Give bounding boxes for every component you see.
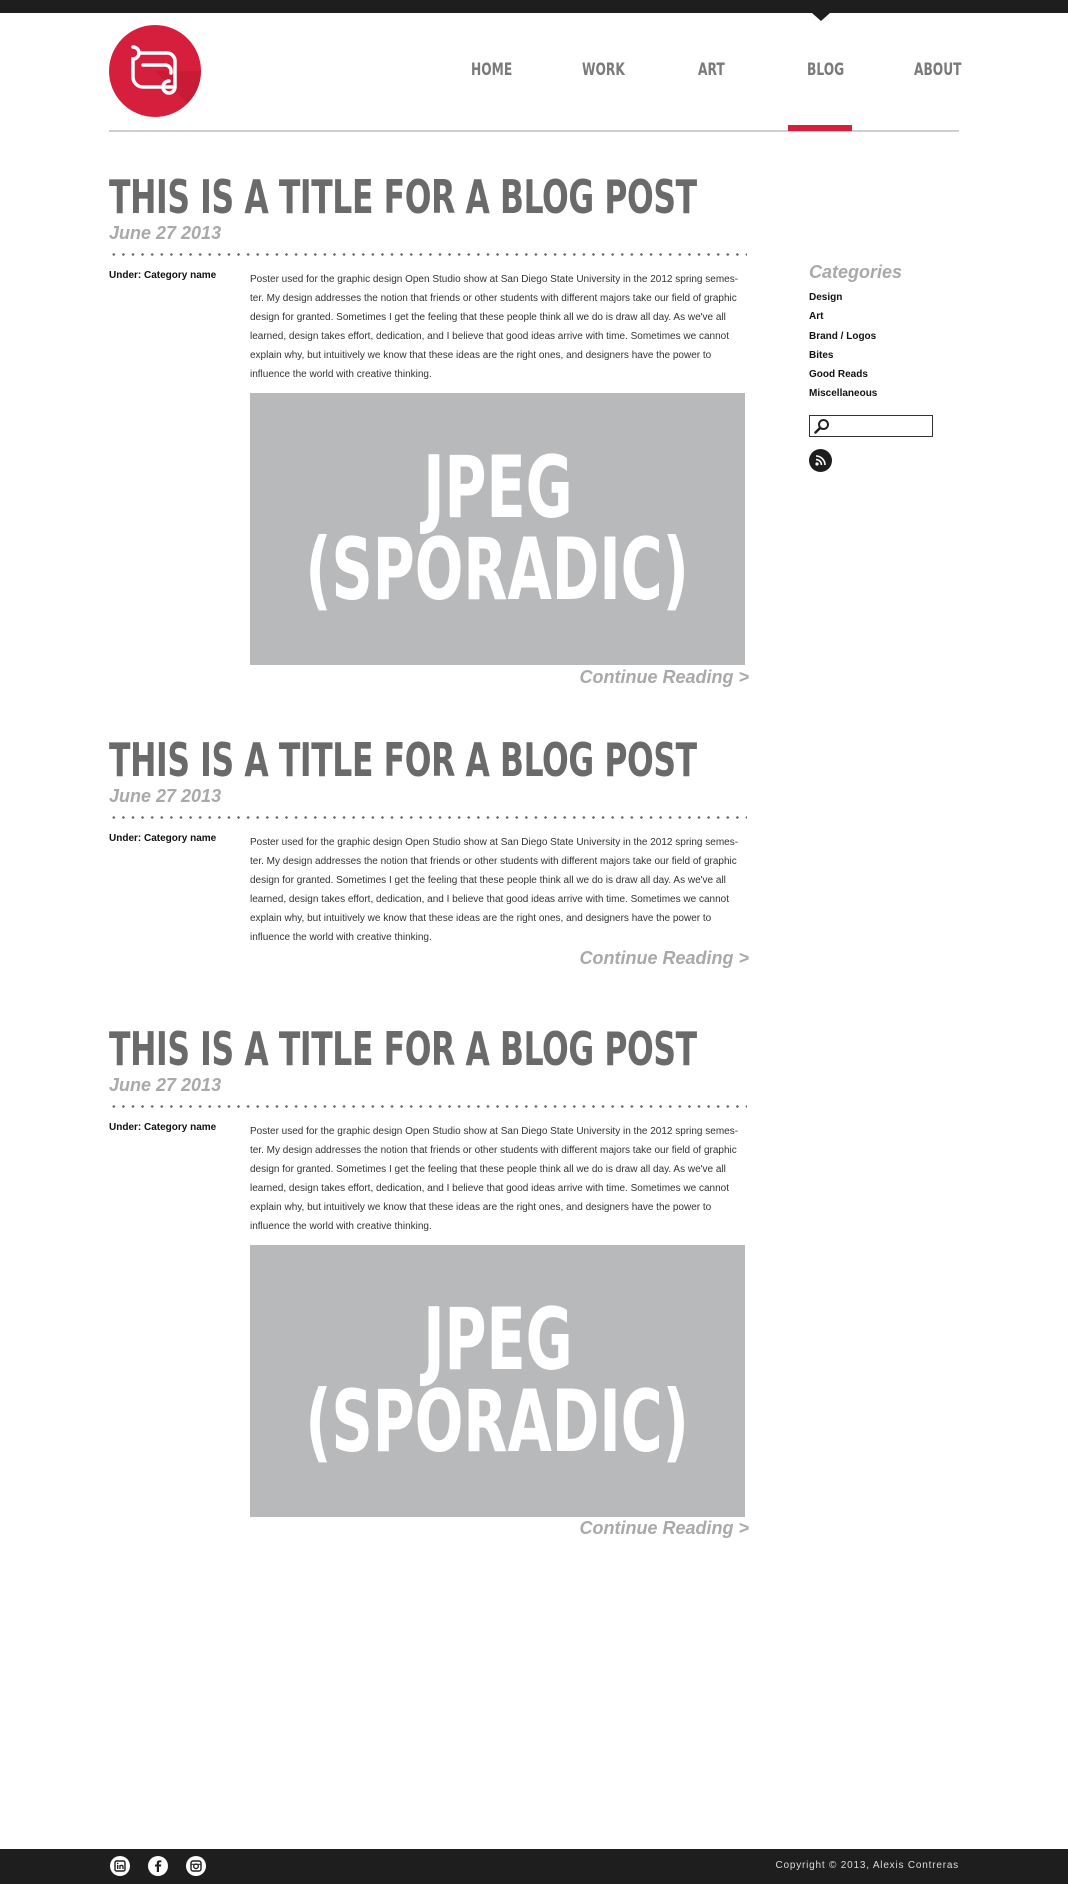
post-body: Poster used for the graphic design Open … — [250, 274, 739, 380]
dotted-divider — [109, 253, 747, 256]
image-label-line2: (SPORADIC) — [305, 520, 690, 620]
continue-reading-link[interactable]: Continue Reading > — [579, 667, 749, 688]
post-image-placeholder: JPEG (SPORADIC) — [250, 393, 745, 665]
image-label-line1: JPEG — [422, 1290, 573, 1390]
facebook-icon[interactable] — [148, 1856, 168, 1876]
search-box[interactable] — [809, 415, 933, 437]
post-image-placeholder: JPEG (SPORADIC) — [250, 1245, 745, 1517]
categories-heading: Categories — [809, 262, 903, 282]
post-date: June 27 2013 — [109, 1075, 222, 1095]
active-nav-indicator — [812, 13, 830, 21]
post-category[interactable]: Under: Category name — [109, 833, 216, 844]
post-title[interactable]: THIS IS A TITLE FOR A BLOG POST — [109, 735, 697, 785]
rss-icon[interactable] — [809, 449, 832, 472]
nav-blog[interactable]: BLOG — [807, 60, 844, 90]
continue-reading-link[interactable]: Continue Reading > — [579, 1518, 749, 1539]
nav-work[interactable]: WORK — [582, 60, 625, 90]
blog-post: THIS IS A TITLE FOR A BLOG POST June 27 … — [109, 735, 749, 975]
post-title[interactable]: THIS IS A TITLE FOR A BLOG POST — [109, 1024, 697, 1074]
main-nav: HOME WORK ART BLOG ABOUT — [0, 60, 1068, 90]
post-date: June 27 2013 — [109, 786, 222, 806]
top-bar — [0, 0, 1068, 13]
post-title[interactable]: THIS IS A TITLE FOR A BLOG POST — [109, 172, 697, 222]
blog-post: THIS IS A TITLE FOR A BLOG POST June 27 … — [109, 1024, 749, 1544]
category-design[interactable]: Design — [809, 288, 969, 307]
post-category[interactable]: Under: Category name — [109, 270, 216, 281]
image-label-line1: JPEG — [422, 438, 573, 538]
dotted-divider — [109, 816, 747, 819]
category-art[interactable]: Art — [809, 307, 969, 326]
category-miscellaneous[interactable]: Miscellaneous — [809, 384, 969, 403]
nav-home[interactable]: HOME — [471, 60, 512, 90]
copyright-text: Copyright © 2013, Alexis Contreras — [775, 1860, 959, 1871]
category-good-reads[interactable]: Good Reads — [809, 365, 969, 384]
post-date: June 27 2013 — [109, 223, 222, 243]
nav-about[interactable]: ABOUT — [914, 60, 961, 90]
continue-reading-link[interactable]: Continue Reading > — [579, 948, 749, 969]
footer: Copyright © 2013, Alexis Contreras — [0, 1849, 1068, 1884]
nav-active-bar — [788, 125, 852, 131]
blog-post: THIS IS A TITLE FOR A BLOG POST June 27 … — [109, 172, 749, 692]
sidebar: Categories Design Art Brand / Logos Bite… — [809, 262, 969, 472]
image-label-line2: (SPORADIC) — [305, 1372, 690, 1472]
linkedin-icon[interactable] — [110, 1856, 130, 1876]
dotted-divider — [109, 1105, 747, 1108]
post-category[interactable]: Under: Category name — [109, 1122, 216, 1133]
search-icon — [814, 419, 829, 434]
category-bites[interactable]: Bites — [809, 346, 969, 365]
post-body: Poster used for the graphic design Open … — [250, 837, 739, 943]
nav-art[interactable]: ART — [698, 60, 725, 90]
search-input[interactable] — [830, 418, 928, 433]
instagram-icon[interactable] — [186, 1856, 206, 1876]
category-brand-logos[interactable]: Brand / Logos — [809, 327, 969, 346]
post-body: Poster used for the graphic design Open … — [250, 1126, 739, 1232]
